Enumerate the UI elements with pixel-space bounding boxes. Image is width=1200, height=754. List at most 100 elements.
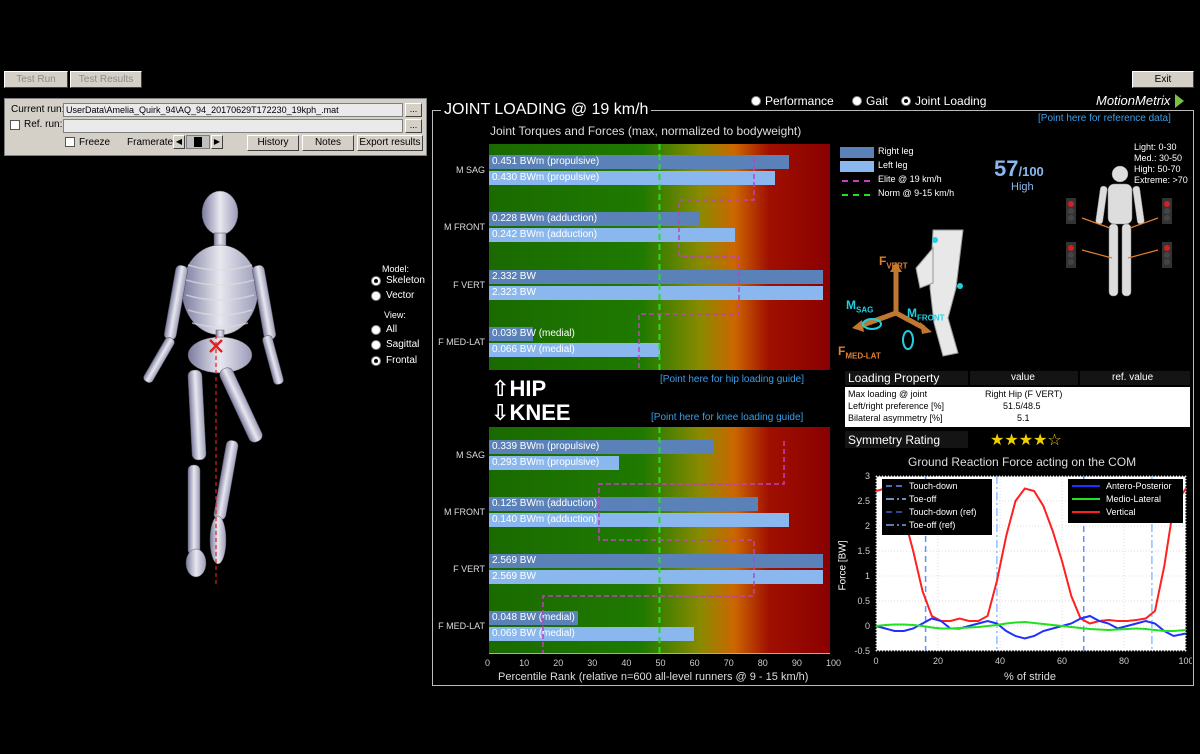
- m-sag-label: MSAG: [846, 298, 874, 315]
- brand-text: MotionMetrix: [1096, 93, 1171, 108]
- test-results-button[interactable]: Test Results: [70, 71, 142, 88]
- skeleton-model: [143, 190, 284, 585]
- score-value: 57: [994, 156, 1019, 181]
- grf-legend-item: Antero-Posterior: [1106, 481, 1172, 491]
- grf-legend-item: Touch-down (ref): [909, 507, 977, 517]
- view-all-label: All: [386, 324, 398, 335]
- view-frontal-label: Frontal: [386, 355, 418, 366]
- grf-x-tick: 100: [1178, 656, 1192, 666]
- score-level: High: [1011, 181, 1034, 193]
- loading-table-header-ref: ref. value: [1112, 372, 1154, 383]
- loading-table-header-property: Loading Property: [848, 371, 940, 385]
- grf-x-tick: 80: [1119, 656, 1129, 666]
- reference-data-link[interactable]: [Point here for reference data]: [1038, 113, 1171, 124]
- load-level-light: Light: 0-30: [1134, 142, 1177, 152]
- notes-button[interactable]: Notes: [302, 135, 354, 151]
- brand-arrow-icon: [1174, 93, 1184, 108]
- joint-row-label: F VERT: [453, 280, 485, 290]
- loading-row-value: Right Hip (F VERT): [985, 389, 1063, 399]
- joint-row-label: M FRONT: [444, 222, 485, 232]
- legend-norm-line: [842, 194, 870, 196]
- browse-ref-run-button[interactable]: ...: [405, 119, 422, 133]
- legend-left-leg: Left leg: [878, 160, 908, 170]
- joint-row-label: M SAG: [455, 450, 485, 460]
- symmetry-rating-label: Symmetry Rating: [848, 433, 941, 447]
- grf-y-tick: -0.5: [854, 646, 870, 656]
- view-all-radio[interactable]: [371, 325, 381, 335]
- elite-reference-line: [542, 441, 785, 653]
- grf-y-tick: 2.5: [857, 496, 870, 506]
- grf-x-tick: 60: [1057, 656, 1067, 666]
- x-tick-label: 90: [791, 658, 802, 668]
- freeze-checkbox[interactable]: [65, 137, 75, 147]
- x-tick-label: 80: [757, 658, 768, 668]
- view-sagittal-radio[interactable]: [371, 340, 381, 350]
- joint-loading-label[interactable]: Joint Loading: [915, 94, 986, 108]
- grf-chart-title: Ground Reaction Force acting on the COM: [908, 455, 1137, 469]
- performance-radio[interactable]: [751, 96, 761, 106]
- loading-row-label: Left/right preference [%]: [848, 401, 945, 411]
- browse-current-run-button[interactable]: ...: [405, 103, 422, 117]
- bars-chart-title: Joint Torques and Forces (max, normalize…: [490, 124, 802, 138]
- view-frontal-radio[interactable]: [371, 356, 381, 366]
- grf-legend-item: Toe-off (ref): [909, 520, 955, 530]
- ref-run-checkbox[interactable]: [10, 120, 20, 130]
- symmetry-stars: ★★★★☆: [990, 432, 1062, 449]
- framerate-decrease-button[interactable]: ◀: [173, 135, 185, 149]
- export-results-button[interactable]: Export results: [357, 135, 423, 151]
- model-label: Model:: [382, 264, 410, 274]
- grf-x-axis-label: % of stride: [1004, 671, 1056, 683]
- x-tick-label: 70: [723, 658, 734, 668]
- grf-y-tick: 3: [865, 471, 870, 481]
- framerate-increase-button[interactable]: ▶: [211, 135, 223, 149]
- framerate-slider[interactable]: [186, 135, 210, 149]
- grf-x-tick: 20: [933, 656, 943, 666]
- legend-elite-line: [842, 180, 870, 182]
- legend-norm: Norm @ 9-15 km/h: [878, 188, 955, 198]
- view-sagittal-label: Sagittal: [386, 339, 420, 350]
- panel-title: JOINT LOADING @ 19 km/h: [441, 101, 652, 119]
- current-run-field[interactable]: UserData\Amelia_Quirk_94\AQ_94_20170629T…: [63, 103, 403, 117]
- grf-legend-item: Medio-Lateral: [1106, 494, 1161, 504]
- vector-radio[interactable]: [371, 291, 381, 301]
- legend-left-leg-swatch: [840, 161, 874, 172]
- x-tick-label: 10: [519, 658, 530, 668]
- history-button[interactable]: History: [247, 135, 299, 151]
- grf-y-axis-label: Force [BW]: [837, 540, 849, 591]
- legend-right-leg-swatch: [840, 147, 874, 158]
- exit-button[interactable]: Exit: [1132, 71, 1194, 88]
- skeleton-option-label: Skeleton: [386, 275, 425, 286]
- current-run-label: Current run:: [11, 104, 65, 115]
- f-medlat-label: FMED-LAT: [838, 344, 881, 361]
- x-tick-label: 40: [621, 658, 632, 668]
- legend-right-leg: Right leg: [878, 146, 914, 156]
- ref-run-field[interactable]: [63, 119, 403, 133]
- grf-legend-item: Vertical: [1106, 507, 1136, 517]
- grf-y-tick: 0: [865, 621, 870, 631]
- performance-label[interactable]: Performance: [765, 94, 834, 108]
- bars-x-axis-label: Percentile Rank (relative n=600 all-leve…: [498, 671, 809, 683]
- loading-row-label: Max loading @ joint: [848, 389, 928, 399]
- joint-loading-radio[interactable]: [901, 96, 911, 106]
- loading-score: 57/100: [994, 156, 1044, 182]
- ref-run-label: Ref. run:: [24, 119, 63, 130]
- joint-row-label: F MED-LAT: [438, 621, 485, 631]
- m-front-label: MFRONT: [907, 306, 945, 323]
- motionmetrix-logo: MotionMetrix: [1096, 92, 1184, 110]
- gait-label[interactable]: Gait: [866, 94, 888, 108]
- elite-reference-line: [638, 158, 755, 370]
- gait-radio[interactable]: [852, 96, 862, 106]
- loading-table: Loading Property value ref. value Max lo…: [845, 371, 1190, 451]
- loading-row-value: 5.1: [1017, 413, 1030, 423]
- skeleton-radio[interactable]: [371, 276, 381, 286]
- framerate-slider-thumb[interactable]: [194, 137, 202, 147]
- loading-table-header-value: value: [1011, 372, 1035, 383]
- x-tick-label: 20: [553, 658, 564, 668]
- body-load-figure: [1066, 165, 1172, 297]
- freeze-label: Freeze: [79, 137, 111, 148]
- x-tick-label: 30: [587, 658, 598, 668]
- test-run-button[interactable]: Test Run: [4, 71, 68, 88]
- grf-y-tick: 1: [865, 571, 870, 581]
- bars-x-axis-line: [489, 653, 830, 654]
- joint-row-label: F MED-LAT: [438, 337, 485, 347]
